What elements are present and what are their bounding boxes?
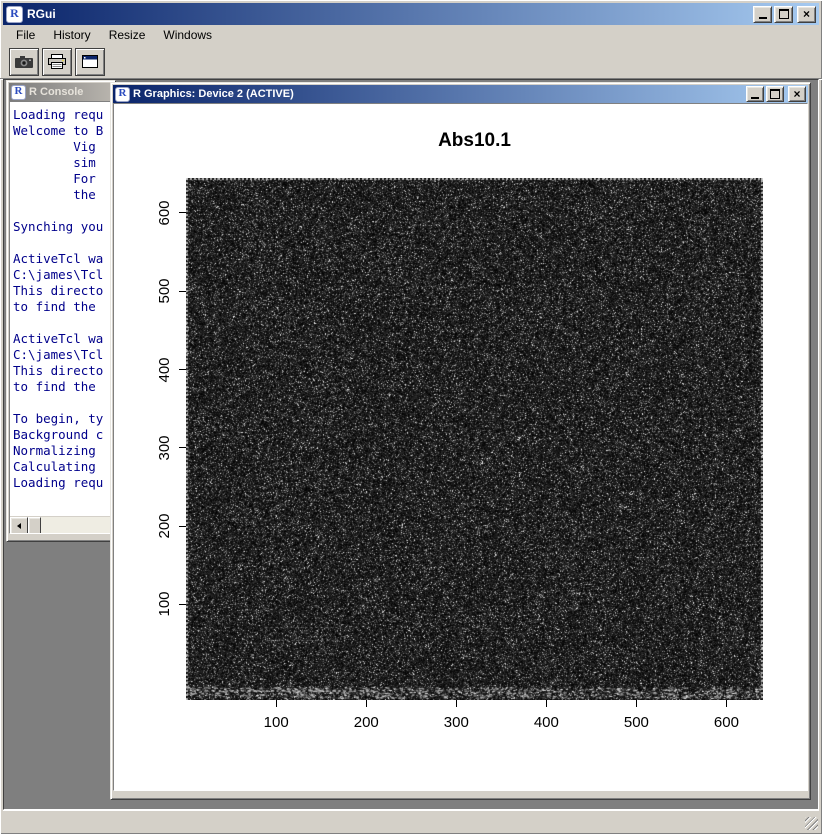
console-line: Loading requ [13, 475, 112, 491]
graphics-window-controls: × [744, 86, 806, 102]
y-axis-tick [179, 604, 186, 605]
console-line: Background c [13, 427, 112, 443]
y-axis-tick [179, 212, 186, 213]
scroll-left-button[interactable] [10, 517, 28, 534]
console-line: This directo [13, 363, 112, 379]
x-axis-tick [366, 700, 367, 707]
graphics-titlebar[interactable]: R R Graphics: Device 2 (ACTIVE) × [113, 85, 808, 103]
resize-grip[interactable] [805, 817, 818, 830]
x-axis-tick-label: 200 [341, 714, 391, 731]
menubar: File History Resize Windows [0, 25, 822, 45]
console-line: Synching you [13, 219, 112, 235]
y-axis-tick-label: 500 [156, 261, 172, 321]
console-output-area[interactable]: Loading requWelcome to B Vig sim For the… [9, 101, 113, 534]
x-axis-tick-label: 500 [611, 714, 661, 731]
y-axis-tick [179, 369, 186, 370]
x-axis-tick [636, 700, 637, 707]
console-line: to find the [13, 299, 112, 315]
main-titlebar[interactable]: R RGui × [3, 3, 819, 25]
x-axis-tick-label: 400 [521, 714, 571, 731]
y-axis-tick [179, 447, 186, 448]
graphics-window-title: R Graphics: Device 2 (ACTIVE) [133, 88, 744, 100]
graphics-device-area: Abs10.1 100 200 300 400 500 600 100 200 300 400 50… [113, 103, 808, 791]
console-line: Normalizing [13, 443, 112, 459]
microarray-image [186, 178, 763, 700]
main-window-title: RGui [27, 7, 751, 21]
console-text: Loading requWelcome to B Vig sim For the… [10, 102, 112, 491]
scrollbar-thumb[interactable] [28, 517, 41, 534]
maximize-button[interactable] [774, 6, 793, 23]
graphics-maximize-button[interactable] [766, 86, 784, 102]
console-line: C:\james\Tcl [13, 347, 112, 363]
x-axis-tick-label: 100 [251, 714, 301, 731]
statusbar [3, 810, 819, 831]
menu-file[interactable]: File [7, 26, 44, 45]
toolbar [0, 45, 822, 79]
y-axis-tick-label: 400 [156, 340, 172, 400]
console-line: Calculating [13, 459, 112, 475]
close-button[interactable]: × [797, 6, 816, 23]
copy-to-clipboard-button[interactable] [9, 48, 39, 76]
graphics-minimize-button[interactable] [746, 86, 764, 102]
console-line: sim [13, 155, 112, 171]
y-axis-tick-label: 100 [156, 574, 172, 634]
camera-icon [14, 55, 34, 69]
y-axis-tick-label: 200 [156, 496, 172, 556]
close-icon: × [793, 88, 800, 100]
console-titlebar[interactable]: R R Console [9, 83, 113, 101]
console-window: R R Console Loading requWelcome to B Vig… [6, 80, 116, 542]
minimize-button[interactable] [753, 6, 772, 23]
console-line [13, 395, 112, 411]
graphics-window: R R Graphics: Device 2 (ACTIVE) × Abs10.… [110, 82, 811, 800]
close-icon: × [803, 8, 810, 20]
x-axis-tick-label: 300 [431, 714, 481, 731]
y-axis-tick [179, 291, 186, 292]
console-line [13, 315, 112, 331]
x-axis-tick [456, 700, 457, 707]
plot-area: Abs10.1 100 200 300 400 500 600 100 200 300 400 50… [114, 104, 807, 790]
y-axis-tick-label: 300 [156, 418, 172, 478]
menu-resize[interactable]: Resize [100, 26, 155, 45]
graphics-close-button[interactable]: × [788, 86, 806, 102]
minimize-icon [751, 97, 759, 99]
x-axis-tick [276, 700, 277, 707]
plot-title: Abs10.1 [186, 130, 763, 152]
menu-history[interactable]: History [44, 26, 99, 45]
rgui-main-window: R RGui × File History Resize Windows [0, 0, 822, 834]
console-line: C:\james\Tcl [13, 267, 112, 283]
console-line: ActiveTcl wa [13, 331, 112, 347]
x-axis-tick-label: 600 [701, 714, 751, 731]
console-line: Vig [13, 139, 112, 155]
console-line: For [13, 171, 112, 187]
print-button[interactable] [42, 48, 72, 76]
console-horizontal-scrollbar[interactable] [10, 516, 112, 533]
console-line: ActiveTcl wa [13, 251, 112, 267]
main-window-controls: × [751, 6, 816, 23]
console-line: Welcome to B [13, 123, 112, 139]
console-line: Loading requ [13, 107, 112, 123]
minimize-icon [759, 17, 767, 19]
console-line: the [13, 187, 112, 203]
console-line [13, 235, 112, 251]
window-icon [81, 54, 99, 69]
r-logo-icon: R [11, 85, 26, 100]
x-axis-tick [546, 700, 547, 707]
r-logo-icon: R [115, 87, 130, 102]
maximize-icon [770, 89, 780, 99]
printer-icon [47, 53, 67, 70]
console-line [13, 203, 112, 219]
x-axis-tick [726, 700, 727, 707]
r-logo-icon: R [6, 6, 23, 23]
y-axis-tick [179, 526, 186, 527]
console-line: to find the [13, 379, 112, 395]
mdi-client-area: R R Console Loading requWelcome to B Vig… [3, 79, 819, 810]
menu-windows[interactable]: Windows [154, 26, 221, 45]
console-window-button[interactable] [75, 48, 105, 76]
scroll-left-arrow-icon [17, 523, 21, 529]
console-line: To begin, ty [13, 411, 112, 427]
console-title: R Console [29, 86, 111, 98]
y-axis-tick-label: 600 [156, 183, 172, 243]
maximize-icon [779, 9, 789, 19]
console-line: This directo [13, 283, 112, 299]
